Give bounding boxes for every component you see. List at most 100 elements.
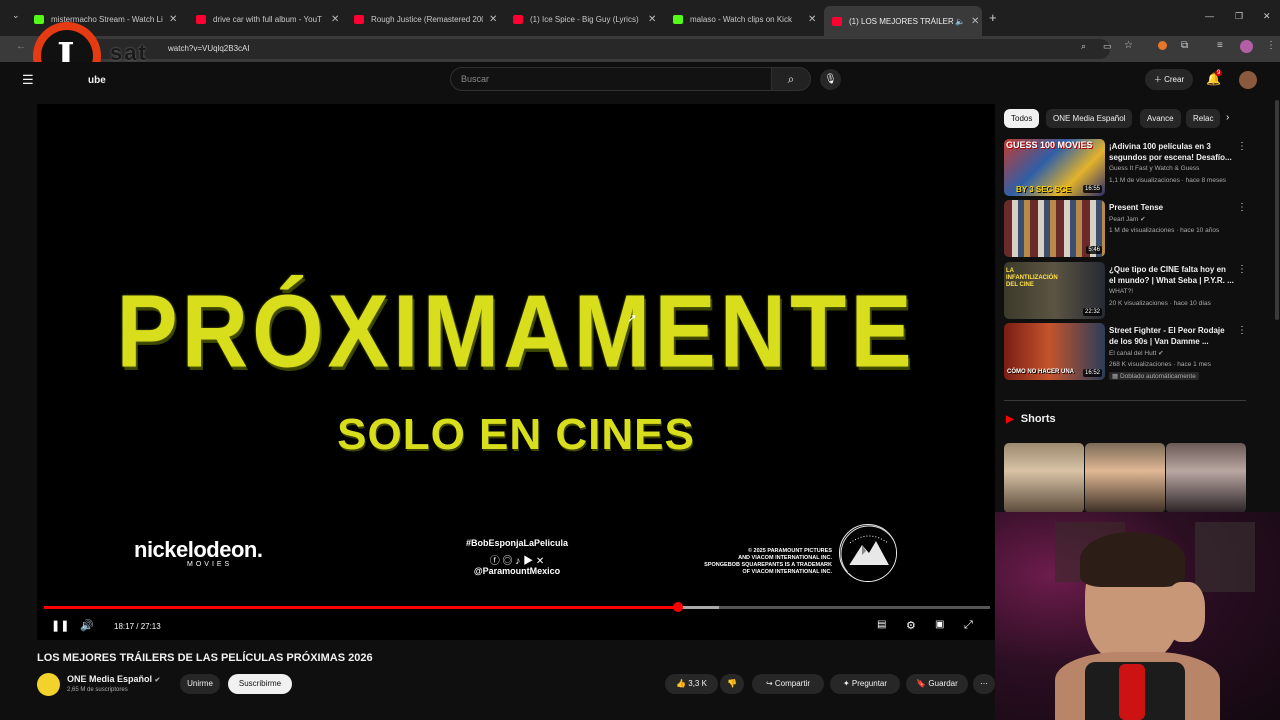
zoom-icon[interactable]: ⌕	[1081, 41, 1086, 52]
video-subline: SOLO EN CINES	[337, 410, 695, 459]
close-icon[interactable]: ✕	[971, 16, 979, 27]
dislike-button[interactable]: 👎	[720, 674, 744, 694]
recommended-video[interactable]: 5:46 Present Tense Pearl Jam ✔ 1 M de vi…	[1004, 200, 1254, 258]
tab-3[interactable]: (1) Ice Spice - Big Guy (Lyrics) ✕	[513, 6, 673, 32]
short-thumbnail[interactable]	[1004, 443, 1084, 513]
close-icon[interactable]: ✕	[169, 14, 177, 25]
share-button[interactable]: ↪ Compartir	[752, 674, 824, 694]
more-dots-icon[interactable]: ⋮	[1237, 264, 1247, 275]
recommended-channel[interactable]: Pearl Jam ✔	[1109, 215, 1146, 223]
back-icon[interactable]: ←	[16, 41, 26, 52]
recommended-title[interactable]: Street Fighter - El Peor Rodaje de los 9…	[1109, 325, 1234, 347]
voice-search-button[interactable]: 🎙	[820, 69, 841, 90]
fullscreen-icon[interactable]: ⤢	[964, 619, 973, 632]
chip-channel[interactable]: ONE Media Español	[1046, 109, 1133, 128]
tab-2[interactable]: Rough Justice (Remastered 200 ✕	[354, 6, 514, 32]
speaker-icon[interactable]: 🔈	[955, 17, 965, 26]
restore-icon[interactable]: ❐	[1235, 11, 1243, 22]
thumbnail-text: CÓMO NO HACER UNA	[1007, 369, 1074, 375]
recommended-meta: 1,1 M de visualizaciones · hace 8 meses	[1109, 177, 1227, 184]
tab-1[interactable]: drive car with full album - YouT ✕	[196, 6, 356, 32]
close-icon[interactable]: ✕	[808, 14, 816, 25]
close-icon[interactable]: ✕	[331, 14, 339, 25]
channel-avatar[interactable]	[37, 673, 60, 696]
pause-button[interactable]: ❚❚	[51, 619, 69, 632]
video-thumbnail[interactable]: LA INFANTILIZACIÓN DEL CINE 22:32	[1004, 262, 1105, 319]
tab-search-chevron-icon[interactable]: ⌄	[12, 10, 20, 21]
short-thumbnail[interactable]	[1085, 443, 1165, 513]
subtitles-icon[interactable]: ▤	[877, 619, 886, 630]
more-dots-icon: ⋯	[980, 679, 988, 688]
browser-tab-strip: ⌄ mistermacho Stream - Watch Li ✕ drive …	[0, 0, 1280, 36]
more-actions-button[interactable]: ⋯	[973, 674, 995, 694]
video-player[interactable]: PRÓXIMAMENTE SOLO EN CINES nickelodeon. …	[37, 104, 995, 640]
chip-scroll-right-icon[interactable]: ›	[1226, 112, 1229, 123]
account-avatar[interactable]	[1239, 71, 1257, 89]
video-thumbnail[interactable]: GUESS 100 MOVIES BY 3 SEC SCE 16:55	[1004, 139, 1105, 196]
save-button[interactable]: 🔖 Guardar	[906, 674, 968, 694]
video-duration: 22:32	[1082, 308, 1102, 316]
chip-todos[interactable]: Todos	[1004, 109, 1040, 128]
search-button[interactable]: ⌕	[771, 67, 811, 91]
tab-5-active[interactable]: (1) LOS MEJORES TRÁILERS 🔈 ✕	[824, 6, 982, 36]
recommended-channel[interactable]: El canal del Hutt ✔	[1109, 349, 1164, 357]
recommended-video[interactable]: CÓMO NO HACER UNA 16:52 Street Fighter -…	[1004, 323, 1254, 385]
paramount-animation-logo	[839, 524, 897, 582]
bookmark-star-icon[interactable]: ☆	[1124, 40, 1133, 51]
media-controls-icon[interactable]: ≡	[1217, 40, 1223, 51]
recommended-channel[interactable]: Guess It Fast y Watch & Guess	[1109, 165, 1199, 172]
close-icon[interactable]: ✕	[489, 14, 497, 25]
video-thumbnail[interactable]: 5:46	[1004, 200, 1105, 257]
youtube-logo-text[interactable]: ube	[88, 75, 106, 86]
volume-icon[interactable]: 🔊	[80, 619, 94, 632]
shorts-icon: ▶	[1006, 414, 1014, 425]
recommended-title[interactable]: Present Tense	[1109, 202, 1234, 213]
short-thumbnail[interactable]	[1166, 443, 1246, 513]
create-button[interactable]: ＋ Crear	[1145, 69, 1193, 90]
recommended-video[interactable]: GUESS 100 MOVIES BY 3 SEC SCE 16:55 ¡Adi…	[1004, 139, 1254, 197]
chip-related[interactable]: Relac	[1186, 109, 1220, 128]
scrollbar[interactable]	[1275, 100, 1279, 320]
channel-name[interactable]: ONE Media Español ✔	[67, 674, 160, 684]
progress-scrubber[interactable]	[672, 602, 683, 612]
browser-menu-icon[interactable]: ⋮	[1266, 40, 1276, 51]
thumbnail-text: GUESS 100 MOVIES	[1006, 140, 1093, 150]
more-dots-icon[interactable]: ⋮	[1237, 141, 1247, 152]
recommended-title[interactable]: ¿Que tipo de CINE falta hoy en el mundo?…	[1109, 264, 1234, 286]
youtube-favicon-icon	[513, 14, 523, 24]
extension-icon[interactable]	[1158, 41, 1167, 50]
progress-bar[interactable]	[44, 602, 990, 612]
address-bar[interactable]: watch?v=VUqlq2B3cAI	[60, 39, 1110, 59]
window-close-icon[interactable]: ✕	[1263, 11, 1271, 22]
search-placeholder: Buscar	[461, 74, 490, 84]
tab-label: drive car with full album - YouT	[213, 14, 322, 24]
new-tab-button[interactable]: +	[989, 10, 997, 25]
subscribe-button[interactable]: Suscribirme	[228, 674, 292, 694]
recommended-video[interactable]: LA INFANTILIZACIÓN DEL CINE 22:32 ¿Que t…	[1004, 262, 1254, 320]
like-button[interactable]: 👍 3,3 K	[665, 674, 718, 694]
more-dots-icon[interactable]: ⋮	[1237, 202, 1247, 213]
settings-gear-icon[interactable]: ⚙	[906, 619, 916, 632]
recommended-channel[interactable]: WHAT?!	[1109, 288, 1133, 295]
video-title: LOS MEJORES TRÁILERS DE LAS PELÍCULAS PR…	[37, 652, 373, 664]
chip-avance[interactable]: Avance	[1140, 109, 1181, 128]
browser-toolbar: ← watch?v=VUqlq2B3cAI ⌕ ▭ ☆ ⧉ ≡ ⋮	[0, 36, 1280, 62]
search-input[interactable]: Buscar	[450, 67, 772, 91]
profile-avatar[interactable]	[1240, 40, 1253, 53]
subscriber-count: 2,65 M de suscriptores	[67, 687, 128, 693]
cast-icon[interactable]: ▭	[1103, 41, 1112, 52]
ask-label: Preguntar	[851, 679, 888, 688]
tab-4[interactable]: malaso - Watch clips on Kick ✕	[673, 6, 833, 32]
recommended-title[interactable]: ¡Adivina 100 películas en 3 segundos por…	[1109, 141, 1234, 163]
minimize-icon[interactable]: —	[1205, 11, 1214, 21]
more-dots-icon[interactable]: ⋮	[1237, 325, 1247, 336]
hamburger-menu-icon[interactable]: ☰	[22, 72, 34, 88]
puzzle-icon[interactable]: ⧉	[1181, 40, 1188, 51]
miniplayer-icon[interactable]: ▣	[935, 619, 944, 630]
close-icon[interactable]: ✕	[648, 14, 656, 25]
ask-button[interactable]: ✦ Preguntar	[830, 674, 900, 694]
video-thumbnail[interactable]: CÓMO NO HACER UNA 16:52	[1004, 323, 1105, 380]
progress-played	[44, 606, 678, 609]
join-button[interactable]: Unirme	[180, 674, 220, 694]
shorts-label: Shorts	[1020, 413, 1056, 425]
